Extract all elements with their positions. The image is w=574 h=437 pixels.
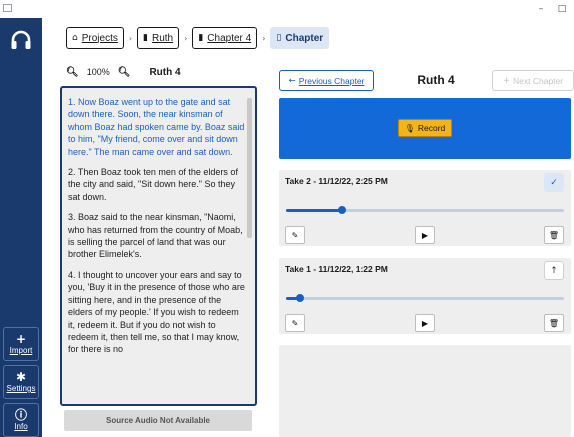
arrow-left-icon: ← (288, 75, 296, 86)
take-title: Take 2 - 11/12/22, 2:25 PM (285, 176, 388, 186)
verse: 4. I thought to uncover your ears and sa… (68, 269, 245, 355)
verse: 2. Then Boaz took ten men of the elders … (68, 167, 238, 202)
zoom-out-icon[interactable]: 🔍︎ (66, 67, 79, 78)
bookmark-icon: ▯ (276, 33, 282, 43)
chapter-title: Ruth 4 (417, 73, 455, 87)
microphone-icon: 🎙︎ (404, 123, 415, 133)
check-icon[interactable]: ✓ (544, 173, 564, 192)
play-icon[interactable]: ▶ (415, 314, 435, 332)
chevron-right-icon: › (262, 33, 266, 43)
breadcrumb-projects-label: Projects (81, 32, 118, 44)
next-chapter-label: Next Chapter (513, 75, 564, 86)
window-titlebar: – □ (0, 0, 574, 18)
pencil-icon[interactable]: ✎ (285, 314, 305, 332)
zoom-in-icon[interactable]: 🔍︎ (118, 67, 131, 78)
play-icon[interactable]: ▶ (415, 226, 435, 244)
breadcrumb-chapter-label: Chapter 4 (207, 32, 252, 44)
info-button[interactable]: ⓘ Info (3, 403, 39, 437)
empty-take-slot (279, 345, 571, 437)
import-label: Import (9, 346, 33, 355)
gear-icon: ✱ (15, 370, 27, 384)
source-audio-status: Source Audio Not Available (64, 410, 252, 431)
playback-progress (286, 209, 342, 212)
breadcrumb-book-label: Ruth (152, 32, 174, 44)
breadcrumb-book[interactable]: ▮ Ruth (137, 27, 180, 49)
chevron-right-icon: › (128, 33, 133, 43)
zoom-controls: 🔍︎ 100% 🔍︎ Ruth 4 (66, 65, 181, 79)
take-card: Take 1 - 11/12/22, 1:22 PM ↑ ✎ ▶ 🗑︎ (279, 258, 571, 334)
import-button[interactable]: + Import (3, 327, 39, 361)
zoom-level: 100% (86, 67, 110, 77)
settings-label: Settings (6, 384, 36, 393)
maximize-button[interactable]: □ (551, 1, 573, 17)
scrollbar-thumb[interactable] (247, 98, 252, 238)
playback-slider[interactable] (286, 294, 564, 302)
file-icon: ▮ (198, 33, 204, 43)
record-label: Record (417, 123, 446, 133)
verse: 1. Now Boaz went up to the gate and sat … (68, 97, 245, 157)
trash-icon[interactable]: 🗑︎ (544, 226, 564, 244)
previous-chapter-label: Previous Chapter (298, 75, 365, 86)
breadcrumb-projects[interactable]: ⌂ Projects (66, 27, 124, 49)
app-icon (3, 4, 12, 12)
playback-handle[interactable] (295, 294, 304, 302)
source-text-panel[interactable]: 1. Now Boaz went up to the gate and sat … (60, 86, 257, 406)
info-label: Info (14, 422, 28, 431)
next-chapter-button[interactable]: + Next Chapter (492, 70, 574, 91)
chevron-right-icon: › (184, 33, 188, 43)
record-panel: 🎙︎ Record (279, 98, 571, 159)
breadcrumb-current-label: Chapter (285, 32, 324, 44)
verse: 3. Boaz said to the near kinsman, "Naomi… (68, 212, 243, 260)
pencil-icon[interactable]: ✎ (285, 226, 305, 244)
playback-slider[interactable] (286, 206, 564, 214)
plus-icon: + (15, 332, 27, 346)
trash-icon[interactable]: 🗑︎ (544, 314, 564, 332)
take-title: Take 1 - 11/12/22, 1:22 PM (285, 264, 388, 274)
record-button[interactable]: 🎙︎ Record (398, 119, 452, 137)
breadcrumb-current: ▯ Chapter (270, 27, 330, 49)
take-card: Take 2 - 11/12/22, 2:25 PM ✓ ✎ ▶ 🗑︎ (279, 170, 571, 246)
info-icon: ⓘ (14, 408, 27, 422)
home-icon: ⌂ (72, 33, 78, 43)
breadcrumb-chapter[interactable]: ▮ Chapter 4 (192, 27, 258, 49)
text-panel-title: Ruth 4 (149, 66, 181, 78)
breadcrumb: ⌂ Projects › ▮ Ruth › ▮ Chapter 4 › ▯ Ch… (66, 27, 330, 49)
headphones-icon[interactable] (9, 28, 33, 52)
playback-handle[interactable] (337, 206, 346, 214)
minimize-button[interactable]: – (530, 1, 552, 17)
previous-chapter-button[interactable]: ← Previous Chapter (279, 70, 374, 91)
plus-icon: + (502, 75, 511, 86)
sidebar: + Import ✱ Settings ⓘ Info (0, 18, 42, 437)
book-icon: ▮ (143, 33, 148, 43)
settings-button[interactable]: ✱ Settings (3, 365, 39, 399)
arrow-up-icon[interactable]: ↑ (544, 261, 564, 280)
verse-list: 1. Now Boaz went up to the gate and sat … (68, 96, 248, 364)
